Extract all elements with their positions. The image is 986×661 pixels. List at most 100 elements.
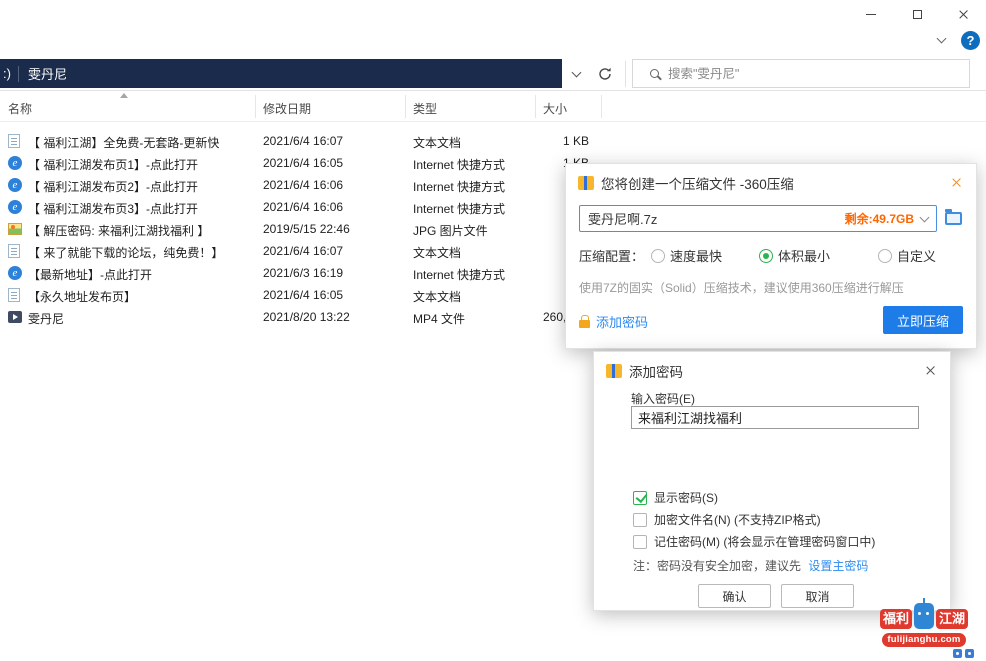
column-header-size[interactable]: 大小 [543, 100, 567, 117]
internet-shortcut-icon [8, 200, 22, 214]
file-name: 【 解压密码: 来福利江湖找福利 】 [28, 222, 209, 239]
radio-label: 体积最小 [778, 246, 830, 265]
jpg-file-icon [8, 223, 22, 235]
add-password-link[interactable]: 添加密码 [579, 312, 648, 331]
file-type: 文本文档 [413, 134, 461, 151]
file-type: Internet 快捷方式 [413, 200, 505, 217]
checkbox-label: 显示密码(S) [654, 489, 718, 506]
chevron-down-icon[interactable] [920, 213, 930, 223]
file-type: MP4 文件 [413, 310, 465, 327]
file-type: Internet 快捷方式 [413, 156, 505, 173]
confirm-button[interactable]: 确认 [698, 584, 771, 608]
create-archive-dialog-title: 您将创建一个压缩文件 -360压缩 [601, 173, 794, 193]
archive-filename-input[interactable] [580, 211, 845, 226]
file-row[interactable]: 【 福利江湖发布页2】-点此打开 2021/6/4 16:06 Internet… [0, 174, 620, 196]
column-header-name[interactable]: 名称 [8, 100, 32, 117]
file-date: 2021/6/4 16:05 [263, 288, 343, 302]
internet-shortcut-icon [8, 266, 22, 280]
file-row[interactable]: 【 来了就能下载的论坛，纯免费！】 2021/6/4 16:07 文本文档 [0, 240, 620, 262]
file-date: 2021/6/4 16:07 [263, 134, 343, 148]
dialog-close-button[interactable] [922, 362, 938, 378]
file-type: JPG 图片文件 [413, 222, 488, 239]
address-dropdown-button[interactable] [566, 66, 586, 82]
archive-icon [578, 176, 594, 190]
internet-shortcut-icon [8, 156, 22, 170]
password-input-label: 输入密码(E) [631, 390, 695, 407]
sort-ascending-icon [120, 93, 128, 98]
radio-option-fastest[interactable]: 速度最快 [651, 246, 722, 265]
mini-social-icon [965, 649, 974, 658]
help-label: ? [967, 33, 975, 48]
file-row[interactable]: 【最新地址】-点此打开 2021/6/3 16:19 Internet 快捷方式 [0, 262, 620, 284]
file-date: 2021/6/4 16:06 [263, 178, 343, 192]
checkbox-show-password[interactable]: 显示密码(S) [633, 489, 718, 506]
file-row[interactable]: 【永久地址发布页】 2021/6/4 16:05 文本文档 [0, 284, 620, 306]
checkbox-unchecked-icon [633, 513, 647, 527]
file-row[interactable]: 雯丹尼 2021/8/20 13:22 MP4 文件 260,35 [0, 306, 620, 328]
help-button[interactable]: ? [961, 31, 980, 50]
refresh-icon [598, 67, 612, 81]
column-divider [255, 95, 256, 118]
password-input[interactable] [632, 410, 918, 425]
address-bar[interactable]: :) 雯丹尼 [0, 59, 562, 88]
file-date: 2021/6/4 16:07 [263, 244, 343, 258]
minimize-button[interactable] [848, 0, 894, 28]
file-type: Internet 快捷方式 [413, 266, 505, 283]
note-text: 注：密码没有安全加密，建议先 [633, 559, 801, 573]
file-date: 2019/5/15 22:46 [263, 222, 350, 236]
search-icon [650, 69, 659, 78]
file-type: 文本文档 [413, 288, 461, 305]
radio-label: 自定义 [897, 246, 936, 265]
close-icon [925, 365, 936, 376]
close-button[interactable] [940, 0, 986, 28]
radio-option-custom[interactable]: 自定义 [878, 246, 936, 265]
file-date: 2021/6/3 16:19 [263, 266, 343, 280]
create-archive-dialog: 您将创建一个压缩文件 -360压缩 剩余:49.7GB 压缩配置： 速度最快 体… [565, 163, 977, 349]
archive-filename-field: 剩余:49.7GB [579, 205, 937, 232]
radio-option-smallest[interactable]: 体积最小 [759, 246, 830, 265]
file-row[interactable]: 【 解压密码: 来福利江湖找福利 】 2019/5/15 22:46 JPG 图… [0, 218, 620, 240]
column-divider [405, 95, 406, 118]
search-box[interactable] [632, 59, 970, 88]
file-row[interactable]: 【 福利江湖发布页1】-点此打开 2021/6/4 16:05 Internet… [0, 152, 620, 174]
text-file-icon [8, 244, 20, 258]
checkbox-encrypt-filenames[interactable]: 加密文件名(N) (不支持ZIP格式) [633, 511, 821, 528]
file-type: Internet 快捷方式 [413, 178, 505, 195]
file-date: 2021/6/4 16:05 [263, 156, 343, 170]
set-master-password-link[interactable]: 设置主密码 [808, 559, 868, 573]
file-name: 【 福利江湖发布页1】-点此打开 [28, 156, 198, 173]
file-row[interactable]: 【 福利江湖发布页3】-点此打开 2021/6/4 16:06 Internet… [0, 196, 620, 218]
checkbox-remember-password[interactable]: 记住密码(M) (将会显示在管理密码窗口中) [633, 533, 875, 550]
file-size: 1 KB [543, 134, 589, 148]
chevron-down-icon[interactable] [937, 34, 947, 44]
file-type: 文本文档 [413, 244, 461, 261]
folder-icon [945, 212, 962, 225]
file-row[interactable]: 【 福利江湖】全免费-无套路-更新快 2021/6/4 16:07 文本文档 1… [0, 130, 620, 152]
compress-now-button[interactable]: 立即压缩 [883, 306, 963, 334]
file-name: 【 福利江湖发布页2】-点此打开 [28, 178, 198, 195]
file-name: 【 福利江湖发布页3】-点此打开 [28, 200, 198, 217]
watermark-badge-left: 福利 [880, 609, 912, 629]
checkbox-unchecked-icon [633, 535, 647, 549]
compress-config-row: 压缩配置： 速度最快 体积最小 自定义 [579, 246, 936, 265]
radio-label: 速度最快 [670, 246, 722, 265]
browse-folder-button[interactable] [942, 209, 964, 227]
column-header-date[interactable]: 修改日期 [263, 100, 311, 117]
add-password-dialog-title: 添加密码 [629, 361, 683, 381]
ribbon-strip: ? [938, 29, 980, 51]
watermark-badge-right: 江湖 [936, 609, 968, 629]
close-icon [951, 177, 962, 188]
maximize-button[interactable] [894, 0, 940, 28]
text-file-icon [8, 288, 20, 302]
cancel-button[interactable]: 取消 [781, 584, 854, 608]
checkbox-checked-icon [633, 491, 647, 505]
address-drive: :) [0, 66, 18, 81]
column-header-type[interactable]: 类型 [413, 100, 437, 117]
refresh-button[interactable] [592, 62, 618, 86]
file-date: 2021/8/20 13:22 [263, 310, 350, 324]
mini-social-icon [953, 649, 962, 658]
dialog-close-button[interactable] [948, 174, 964, 190]
minimize-icon [866, 14, 876, 15]
search-input[interactable] [668, 67, 969, 81]
file-list: 【 福利江湖】全免费-无套路-更新快 2021/6/4 16:07 文本文档 1… [0, 130, 620, 328]
